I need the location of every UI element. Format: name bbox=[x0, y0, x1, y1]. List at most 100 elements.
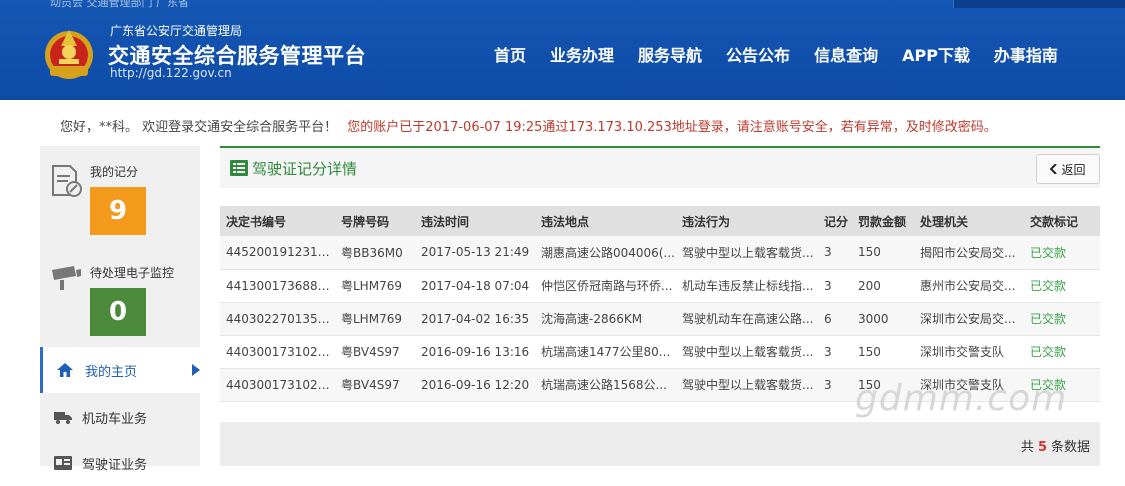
nav-business[interactable]: 业务办理 bbox=[550, 42, 614, 66]
my-points-label: 我的记分 bbox=[90, 165, 139, 179]
paid-status: 已交款 bbox=[1024, 335, 1100, 369]
table-cell: 150 bbox=[852, 335, 914, 369]
points-table: 决定书编号 号牌号码 违法时间 违法地点 违法行为 记分 罚款金额 处理机关 交… bbox=[220, 206, 1100, 402]
table-cell: 粤BB36M0 bbox=[335, 236, 415, 270]
column-header: 罚款金额 bbox=[852, 206, 914, 236]
table-cell: 200 bbox=[852, 269, 914, 303]
table-cell: 粤BV4S97 bbox=[335, 368, 415, 402]
table-cell: 4403001731020... bbox=[220, 335, 335, 369]
column-header: 记分 bbox=[818, 206, 852, 236]
sidebar-item-label: 我的主页 bbox=[85, 364, 138, 380]
paid-status: 已交款 bbox=[1024, 269, 1100, 303]
nav-guide[interactable]: 办事指南 bbox=[994, 42, 1058, 66]
chevron-left-icon bbox=[1050, 164, 1058, 174]
panel-header: 驾驶证记分详情 返回 bbox=[220, 146, 1100, 188]
table-cell: 驾驶中型以上载客载货... bbox=[676, 368, 818, 402]
table-cell: 4452001912312... bbox=[220, 236, 335, 270]
table-cell: 2017-04-02 16:35 bbox=[415, 302, 535, 336]
total-suffix: 条数据 bbox=[1050, 440, 1090, 455]
table-cell: 杭瑞高速公路1568公... bbox=[535, 368, 676, 402]
pending-monitor-value: 0 bbox=[90, 288, 146, 336]
sidebar-item-label: 驾驶证业务 bbox=[82, 457, 148, 473]
column-header: 违法行为 bbox=[676, 206, 818, 236]
table-cell: 仲恺区侨冠南路与环侨... bbox=[535, 269, 676, 303]
site-url[interactable]: http://gd.122.gov.cn bbox=[110, 66, 232, 80]
back-button-label: 返回 bbox=[1061, 162, 1086, 177]
table-cell: 6 bbox=[818, 302, 852, 336]
total-number: 5 bbox=[1037, 440, 1047, 455]
nav-service-guide[interactable]: 服务导航 bbox=[638, 42, 702, 66]
column-header: 号牌号码 bbox=[335, 206, 415, 236]
table-cell: 粤LHM769 bbox=[335, 302, 415, 336]
top-strip-user-links[interactable] bbox=[953, 0, 1125, 8]
top-strip: 动员会 交通管理部门 广东省 bbox=[0, 0, 1125, 8]
camera-icon bbox=[52, 266, 81, 290]
panel-title: 驾驶证记分详情 bbox=[252, 160, 358, 178]
column-header: 违法时间 bbox=[415, 206, 535, 236]
table-cell: 4413001736886... bbox=[220, 269, 335, 303]
home-icon bbox=[57, 363, 77, 377]
table-cell: 粤BV4S97 bbox=[335, 335, 415, 369]
my-points-value: 9 bbox=[90, 187, 146, 235]
welcome-line: 您好，**科。 欢迎登录交通安全综合服务平台！ 您的账户已于2017-06-07… bbox=[60, 116, 997, 135]
table-row[interactable]: 4413001736886... 粤LHM769 2017-04-18 07:0… bbox=[220, 269, 1100, 303]
table-cell: 3000 bbox=[852, 302, 914, 336]
table-cell: 粤LHM769 bbox=[335, 269, 415, 303]
sidebar-item-license[interactable]: 驾驶证业务 bbox=[40, 440, 200, 486]
caret-right-icon bbox=[192, 364, 200, 376]
police-emblem-icon bbox=[45, 30, 93, 79]
license-card-icon bbox=[54, 456, 74, 470]
table-cell: 150 bbox=[852, 236, 914, 270]
table-cell: 杭瑞高速1477公里80... bbox=[535, 335, 676, 369]
truck-icon bbox=[54, 410, 74, 424]
table-cell: 惠州市公安局交... bbox=[914, 269, 1024, 303]
table-cell: 机动车违反禁止标线指... bbox=[676, 269, 818, 303]
sidebar: 我的记分 9 待处理电子监控 0 我的主页 机动车业务 驾驶证业务 bbox=[40, 146, 200, 473]
login-warning: 您的账户已于2017-06-07 19:25通过173.173.10.253地址… bbox=[347, 120, 997, 135]
nav-app-download[interactable]: APP下载 bbox=[902, 42, 970, 66]
site-subtitle: 广东省公安厅交通管理局 bbox=[110, 24, 243, 38]
column-header: 交款标记 bbox=[1024, 206, 1100, 236]
table-footer: 共 5 条数据 bbox=[220, 422, 1100, 466]
sidebar-item-vehicle[interactable]: 机动车业务 bbox=[40, 394, 200, 440]
table-cell: 驾驶机动车在高速公路... bbox=[676, 302, 818, 336]
document-edit-icon bbox=[52, 165, 82, 197]
watermark: gdmm.com bbox=[855, 378, 1068, 419]
table-cell: 驾驶中型以上载客载货... bbox=[676, 335, 818, 369]
table-cell: 3 bbox=[818, 236, 852, 270]
table-row[interactable]: 4403001731020... 粤BV4S97 2016-09-16 13:1… bbox=[220, 335, 1100, 369]
sidebar-item-label: 机动车业务 bbox=[82, 411, 148, 427]
table-cell: 4403001731020... bbox=[220, 368, 335, 402]
nav-home[interactable]: 首页 bbox=[494, 42, 526, 66]
table-cell: 3 bbox=[818, 335, 852, 369]
table-cell: 揭阳市公安局交... bbox=[914, 236, 1024, 270]
table-cell: 3 bbox=[818, 368, 852, 402]
table-cell: 2016-09-16 12:20 bbox=[415, 368, 535, 402]
table-cell: 2016-09-16 13:16 bbox=[415, 335, 535, 369]
back-button[interactable]: 返回 bbox=[1036, 154, 1100, 184]
table-cell: 深圳市交警支队 bbox=[914, 335, 1024, 369]
table-cell: 驾驶中型以上载客载货... bbox=[676, 236, 818, 270]
site-header: 动员会 交通管理部门 广东省 广东省公安厅交通管理局 交通安全综合服务管理平台 … bbox=[0, 0, 1125, 100]
paid-status: 已交款 bbox=[1024, 302, 1100, 336]
top-strip-text: 动员会 交通管理部门 广东省 bbox=[50, 0, 189, 8]
table-row[interactable]: 4403022701350... 粤LHM769 2017-04-02 16:3… bbox=[220, 302, 1100, 336]
nav-announcements[interactable]: 公告公布 bbox=[726, 42, 790, 66]
table-header-row: 决定书编号 号牌号码 违法时间 违法地点 违法行为 记分 罚款金额 处理机关 交… bbox=[220, 206, 1100, 236]
sidebar-item-my-home[interactable]: 我的主页 bbox=[40, 347, 200, 393]
list-icon bbox=[230, 160, 248, 176]
my-points-card[interactable]: 我的记分 9 bbox=[40, 146, 200, 246]
total-prefix: 共 bbox=[1020, 440, 1034, 455]
table-cell: 2017-04-18 07:04 bbox=[415, 269, 535, 303]
nav-info-query[interactable]: 信息查询 bbox=[814, 42, 878, 66]
welcome-greeting: 您好，**科。 欢迎登录交通安全综合服务平台！ bbox=[60, 120, 338, 135]
column-header: 决定书编号 bbox=[220, 206, 335, 236]
paid-status: 已交款 bbox=[1024, 236, 1100, 270]
table-row[interactable]: 4452001912312... 粤BB36M0 2017-05-13 21:4… bbox=[220, 236, 1100, 270]
column-header: 处理机关 bbox=[914, 206, 1024, 236]
pending-monitor-card[interactable]: 待处理电子监控 0 bbox=[40, 246, 200, 346]
main-nav: 首页 业务办理 服务导航 公告公布 信息查询 APP下载 办事指南 bbox=[494, 42, 1058, 66]
table-cell: 3 bbox=[818, 269, 852, 303]
table-cell: 潮惠高速公路004006(... bbox=[535, 236, 676, 270]
table-cell: 4403022701350... bbox=[220, 302, 335, 336]
